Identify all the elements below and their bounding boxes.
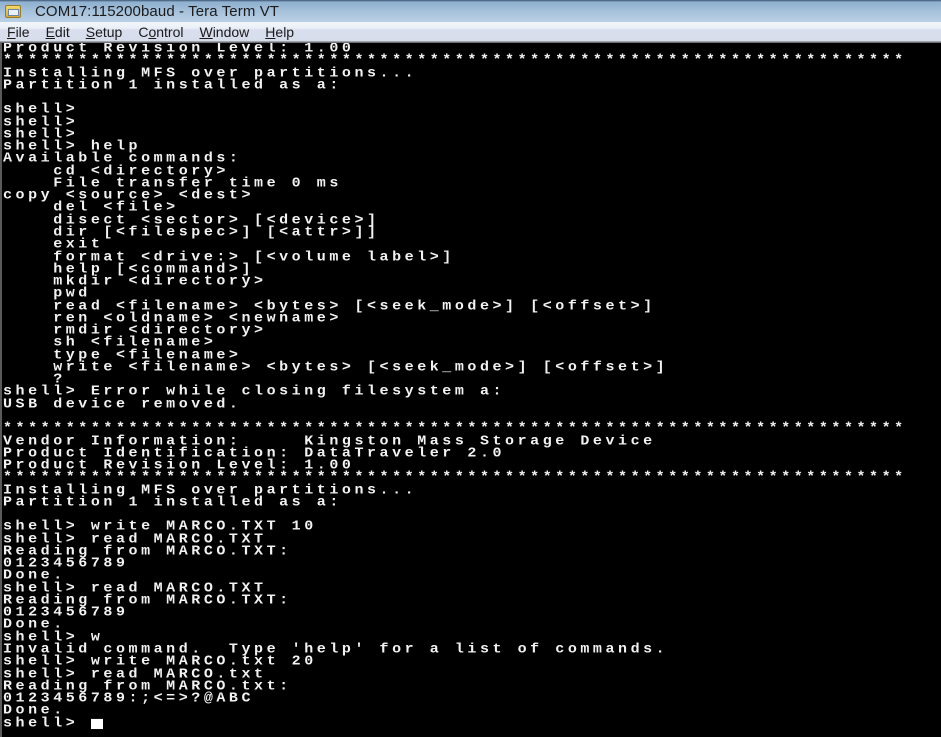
menu-accelerator: S xyxy=(85,23,96,40)
menu-control[interactable]: Control xyxy=(132,24,189,40)
terminal-line: Done. xyxy=(3,616,66,633)
shell-prompt: shell> xyxy=(3,714,91,731)
tera-term-window: COM17:115200baud - Tera Term VT File Edi… xyxy=(0,0,941,737)
tera-term-app-icon[interactable] xyxy=(5,4,21,18)
menu-accelerator: F xyxy=(7,23,16,40)
terminal-line: Partition 1 installed as a: xyxy=(3,494,342,510)
menu-accelerator: W xyxy=(199,23,213,40)
menu-edit[interactable]: Edit xyxy=(40,24,76,40)
menu-setup[interactable]: Setup xyxy=(80,24,129,40)
menu-window[interactable]: Window xyxy=(193,24,255,40)
terminal-line: dir [<filespec>] [<attr>]] xyxy=(3,224,380,240)
menu-help[interactable]: Help xyxy=(259,24,300,40)
terminal-line: 0123456789 xyxy=(3,604,129,621)
menu-file[interactable]: File xyxy=(1,24,36,40)
terminal-line: USB device removed. xyxy=(3,395,242,412)
terminal-line: Partition 1 installed as a: xyxy=(3,77,342,93)
terminal-line: shell> xyxy=(3,101,79,118)
terminal-output: Product Revision Level: 1.00 ************… xyxy=(2,43,941,718)
terminal-line: 0123456789 xyxy=(3,555,129,572)
menu-accelerator: o xyxy=(148,23,157,40)
terminal-line: Done. xyxy=(3,702,66,719)
terminal-line: shell> xyxy=(3,113,79,130)
menu-bar: File Edit Setup Control Window Help xyxy=(0,22,941,42)
terminal-line: shell> xyxy=(3,126,79,142)
terminal-line: Reading from MARCO.TXT: xyxy=(3,592,292,608)
title-bar[interactable]: COM17:115200baud - Tera Term VT xyxy=(0,0,941,22)
terminal-screen[interactable]: Product Revision Level: 1.00 ************… xyxy=(0,43,941,737)
text-cursor xyxy=(90,718,103,729)
menu-accelerator: H xyxy=(265,23,276,40)
terminal-line: mkdir <directory> xyxy=(3,273,267,289)
terminal-line: 0123456789:;<=>?@ABC xyxy=(3,690,255,706)
menu-accelerator: E xyxy=(45,23,55,40)
terminal-line: write <filename> <bytes> [<seek_mode>] [… xyxy=(3,359,669,375)
terminal-input-line[interactable]: shell> xyxy=(2,714,941,731)
window-title: COM17:115200baud - Tera Term VT xyxy=(35,2,280,20)
terminal-line: Reading from MARCO.TXT: xyxy=(3,543,292,559)
